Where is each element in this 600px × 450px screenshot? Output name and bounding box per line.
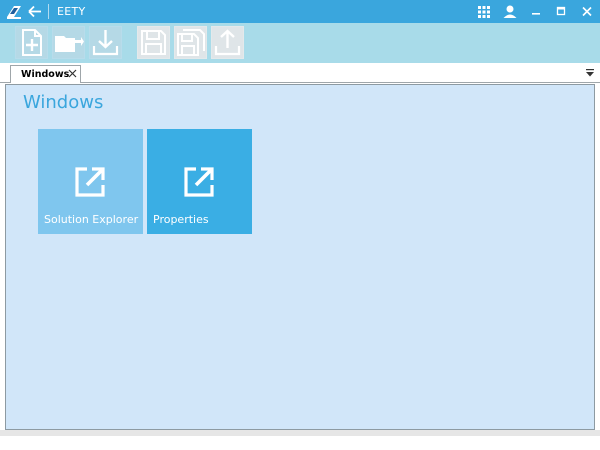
upload-icon [214, 29, 241, 56]
tab-strip-border [0, 82, 600, 83]
minimize-icon[interactable] [526, 2, 546, 21]
save-button[interactable] [137, 26, 170, 59]
new-document-button[interactable] [15, 26, 48, 59]
save-all-icon [177, 29, 205, 56]
tile-label: Properties [153, 213, 209, 226]
upload-button[interactable] [211, 26, 244, 59]
tab-strip: Windows [0, 63, 600, 83]
tile-label: Solution Explorer [44, 213, 139, 226]
open-folder-button[interactable] [52, 26, 85, 59]
page-title: Windows [23, 92, 104, 113]
tab-label: Windows [21, 69, 70, 80]
title-bar: EETY [0, 0, 600, 23]
tab-close-icon[interactable] [67, 68, 78, 79]
tile-solution-explorer[interactable]: Solution Explorer [38, 129, 143, 234]
maximize-icon[interactable] [551, 2, 571, 21]
tab-windows[interactable]: Windows [10, 65, 81, 83]
save-icon [141, 30, 166, 55]
app-window: EETY Windows Windows Solution Explorer P… [0, 0, 600, 450]
status-strip [0, 430, 600, 436]
open-external-icon [75, 167, 105, 197]
download-button[interactable] [89, 26, 122, 59]
toolbar [0, 23, 600, 63]
new-document-icon [22, 29, 42, 56]
tile-properties[interactable]: Properties [147, 129, 252, 234]
user-icon[interactable] [500, 2, 520, 21]
apps-grid-icon[interactable] [474, 2, 494, 21]
download-icon [92, 30, 119, 56]
back-arrow-icon[interactable] [26, 2, 44, 21]
save-all-button[interactable] [174, 26, 207, 59]
app-logo-icon [7, 6, 21, 19]
main-content: Windows Solution Explorer Properties [5, 84, 595, 430]
open-external-icon [184, 167, 214, 197]
tab-list-dropdown-icon[interactable] [585, 68, 595, 78]
open-folder-icon [55, 36, 84, 52]
title-separator [48, 4, 49, 19]
close-icon[interactable] [577, 2, 597, 21]
window-title: EETY [57, 5, 86, 18]
